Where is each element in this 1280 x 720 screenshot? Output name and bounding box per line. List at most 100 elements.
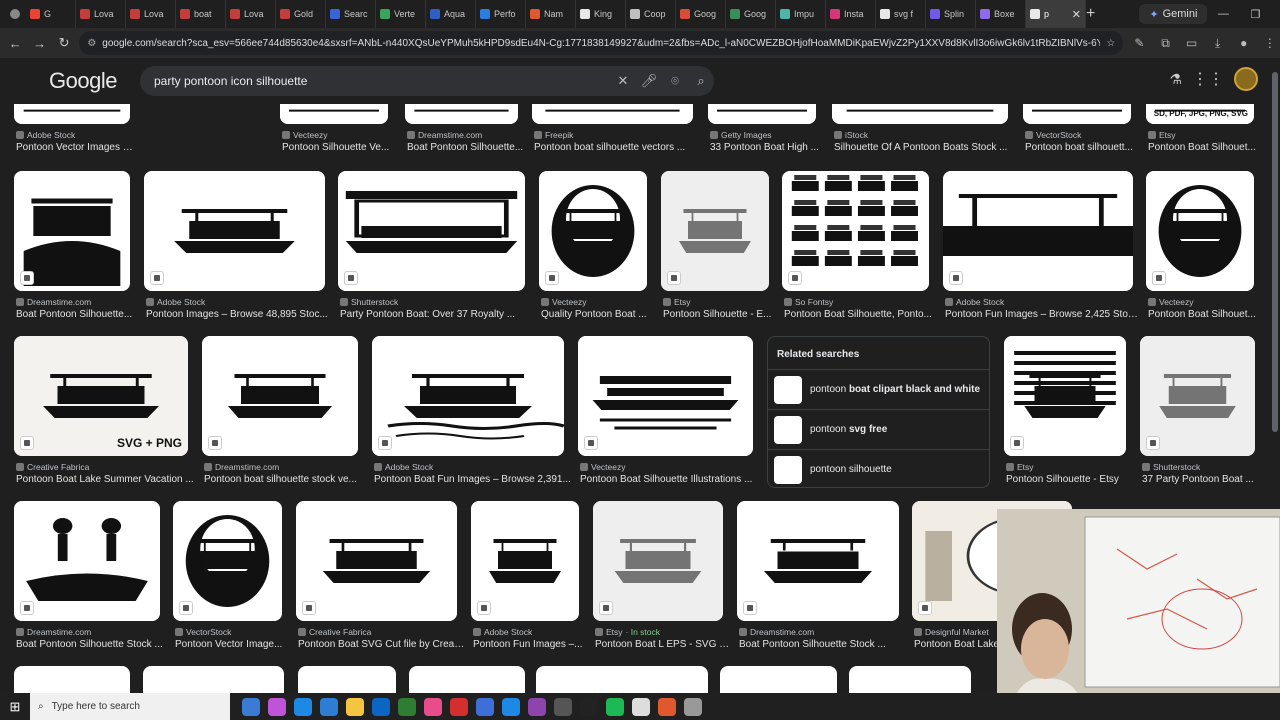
- taskbar-app-icon[interactable]: [346, 697, 364, 716]
- browser-menu-icon[interactable]: ⋮: [1260, 36, 1280, 50]
- result-title[interactable]: Pontoon Fun Images – Browse 2,425 Stoc..…: [945, 309, 1141, 320]
- browser-tab[interactable]: Insta: [826, 0, 876, 28]
- browser-tab[interactable]: Perfo: [476, 0, 526, 28]
- search-icon[interactable]: ⌕: [688, 73, 714, 89]
- image-result-card[interactable]: Adobe Stock Pontoon Fun Images –...: [471, 501, 583, 676]
- result-source[interactable]: Adobe Stock: [473, 627, 532, 637]
- result-title[interactable]: Pontoon Boat Silhouette, Ponto...: [784, 309, 937, 320]
- pen-extension-icon[interactable]: ✎: [1129, 36, 1149, 50]
- image-thumbnail[interactable]: [708, 104, 816, 124]
- result-source[interactable]: VectorStock: [1025, 130, 1081, 140]
- profile-avatar-icon[interactable]: ●: [1234, 36, 1254, 50]
- image-result-card[interactable]: Freepik Pontoon boat silhouette vectors .…: [532, 104, 693, 179]
- restore-icon[interactable]: ❐: [1239, 8, 1271, 21]
- image-result-card[interactable]: Adobe Stock Pontoon Vector Images – Brows…: [14, 104, 138, 179]
- image-thumbnail[interactable]: [14, 171, 130, 291]
- account-avatar[interactable]: [1234, 67, 1258, 91]
- result-source[interactable]: Designful Market: [914, 627, 989, 637]
- result-title[interactable]: Pontoon Vector Image...: [175, 639, 290, 650]
- image-thumbnail[interactable]: [1146, 171, 1254, 291]
- image-result-card[interactable]: VectorStock Pontoon boat silhouett...: [1023, 104, 1133, 179]
- result-source[interactable]: Vecteezy: [1148, 297, 1194, 307]
- taskbar-app-icon[interactable]: [502, 697, 520, 716]
- result-title[interactable]: Boat Pontoon Silhouette...: [407, 142, 526, 153]
- taskbar-search-box[interactable]: ⌕ Type here to search: [30, 693, 230, 720]
- close-window-icon[interactable]: ✕: [1271, 8, 1280, 21]
- result-source[interactable]: Shutterstock: [1142, 462, 1200, 472]
- result-title[interactable]: Pontoon boat silhouette vectors ...: [534, 142, 701, 153]
- image-result-card[interactable]: Etsy Pontoon Silhouette - E...: [661, 171, 771, 346]
- image-result-card[interactable]: Dreamstime.com Pontoon boat silhouette st…: [202, 336, 358, 511]
- browser-tab[interactable]: svg f: [876, 0, 926, 28]
- result-source[interactable]: Vecteezy: [541, 297, 587, 307]
- result-title[interactable]: Pontoon Boat Fun Images – Browse 2,391..…: [374, 474, 572, 485]
- image-thumbnail[interactable]: [782, 171, 929, 291]
- image-thumbnail[interactable]: [1023, 104, 1131, 124]
- result-title[interactable]: Pontoon Images – Browse 48,895 Stoc...: [146, 309, 333, 320]
- result-source[interactable]: Etsy: [663, 297, 691, 307]
- result-title[interactable]: Boat Pontoon Silhouette...: [16, 309, 138, 320]
- minimize-icon[interactable]: —: [1207, 8, 1239, 21]
- download-icon[interactable]: ⤓: [1208, 36, 1228, 51]
- image-result-card[interactable]: Adobe Stock Pontoon Boat Fun Images – Bro…: [372, 336, 571, 511]
- image-thumbnail[interactable]: [173, 501, 282, 621]
- reload-icon[interactable]: ↻: [55, 35, 73, 51]
- result-title[interactable]: Pontoon Boat Silhouet...: [1148, 309, 1262, 320]
- image-thumbnail[interactable]: [593, 501, 723, 621]
- result-source[interactable]: Adobe Stock: [945, 297, 1004, 307]
- result-title[interactable]: Pontoon boat silhouette stock ve...: [204, 474, 366, 485]
- result-title[interactable]: Pontoon Boat Lake Summer Vacation ...: [16, 474, 196, 485]
- image-thumbnail[interactable]: [144, 171, 325, 291]
- new-tab-button[interactable]: +: [1086, 5, 1095, 23]
- result-source[interactable]: Etsy: [1148, 130, 1176, 140]
- result-title[interactable]: Pontoon Silhouette Ve...: [282, 142, 396, 153]
- result-source[interactable]: Vecteezy: [282, 130, 328, 140]
- taskbar-app-icon[interactable]: [294, 697, 312, 716]
- taskbar-app-icon[interactable]: [606, 697, 624, 716]
- result-source[interactable]: So Fontsy: [784, 297, 833, 307]
- labs-flask-icon[interactable]: ⚗: [1169, 71, 1182, 88]
- related-search-item[interactable]: pontoon svg free: [768, 409, 989, 449]
- image-result-card[interactable]: Vecteezy Pontoon Boat Silhouette Illustra…: [578, 336, 753, 511]
- image-thumbnail[interactable]: [372, 336, 564, 456]
- url-field[interactable]: ⚙ google.com/search?sca_esv=566ee744d856…: [79, 31, 1124, 55]
- result-source[interactable]: Etsy · In stock: [595, 627, 660, 637]
- result-source[interactable]: Creative Fabrica: [298, 627, 371, 637]
- gemini-tab[interactable]: ✦ Gemini: [1139, 4, 1208, 24]
- voice-search-icon[interactable]: 🎤︎: [636, 73, 662, 89]
- image-thumbnail[interactable]: [737, 501, 899, 621]
- result-source[interactable]: Dreamstime.com: [16, 627, 91, 637]
- related-search-item[interactable]: pontoon silhouette: [768, 449, 989, 489]
- result-title[interactable]: Pontoon Boat Silhouet...: [1148, 142, 1262, 153]
- site-info-icon[interactable]: ⚙: [87, 38, 96, 49]
- browser-tab[interactable]: Nam: [526, 0, 576, 28]
- image-result-card[interactable]: Vecteezy Pontoon Silhouette Ve...: [280, 104, 389, 179]
- image-thumbnail[interactable]: [1140, 336, 1255, 456]
- taskbar-app-icon[interactable]: [684, 697, 702, 716]
- bookmark-star-icon[interactable]: ☆: [1106, 38, 1115, 49]
- image-thumbnail[interactable]: SVG + PNG: [14, 336, 188, 456]
- image-thumbnail[interactable]: [539, 171, 647, 291]
- result-title[interactable]: 33 Pontoon Boat High ...: [710, 142, 824, 153]
- browser-tab[interactable]: Impu: [776, 0, 826, 28]
- image-result-card[interactable]: Vecteezy Pontoon Boat Silhouet...: [1146, 171, 1256, 346]
- browser-tab[interactable]: Searc: [326, 0, 376, 28]
- result-source[interactable]: Vecteezy: [580, 462, 626, 472]
- taskbar-app-icon[interactable]: [476, 697, 494, 716]
- result-source[interactable]: Adobe Stock: [16, 130, 75, 140]
- forward-icon[interactable]: →: [30, 36, 48, 51]
- clear-search-icon[interactable]: ✕: [610, 73, 636, 89]
- browser-tab[interactable]: Goog: [726, 0, 776, 28]
- result-source[interactable]: Getty Images: [710, 130, 772, 140]
- image-result-card[interactable]: Etsy · In stock Pontoon Boat L EPS - SVG -…: [593, 501, 731, 676]
- image-result-card[interactable]: Dreamstime.com Boat Pontoon Silhouette St…: [737, 501, 899, 676]
- result-title[interactable]: Pontoon boat silhouett...: [1025, 142, 1139, 153]
- browser-tab[interactable]: Goog: [676, 0, 726, 28]
- image-thumbnail[interactable]: [405, 104, 518, 124]
- result-source[interactable]: Etsy: [1006, 462, 1034, 472]
- result-title[interactable]: Pontoon Boat SVG Cut file by Creat...: [298, 639, 465, 650]
- result-source[interactable]: Freepik: [534, 130, 573, 140]
- tab-active[interactable]: p ✕: [1026, 0, 1086, 28]
- image-result-card[interactable]: Getty Images 33 Pontoon Boat High ...: [708, 104, 819, 179]
- taskbar-app-icon[interactable]: [580, 697, 598, 716]
